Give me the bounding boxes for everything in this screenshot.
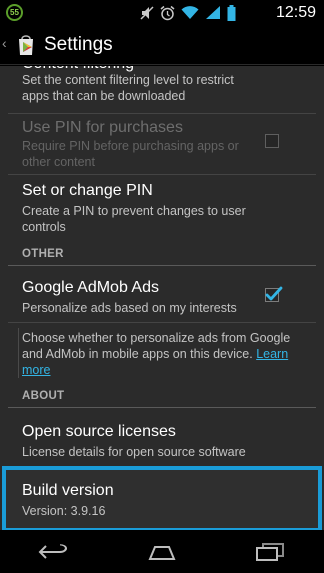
licenses-title: Open source licenses <box>22 423 176 440</box>
mute-icon <box>140 5 154 21</box>
wifi-icon <box>181 5 199 20</box>
section-header-about: ABOUT <box>22 390 65 402</box>
recent-apps-icon[interactable] <box>254 542 286 562</box>
status-icons <box>140 4 236 21</box>
licenses-summary: License details for open source software <box>22 445 246 459</box>
divider <box>8 174 316 175</box>
checkmark-icon <box>265 286 283 301</box>
status-bar: 55 12:59 <box>0 0 324 25</box>
up-navigation-button[interactable]: ‹ <box>0 25 42 65</box>
section-rule <box>8 407 316 408</box>
navigation-bar <box>0 530 324 573</box>
use-pin-summary: Require PIN before purchasing apps or ot… <box>22 139 239 169</box>
status-time: 12:59 <box>275 4 316 21</box>
chevron-left-icon: ‹ <box>2 35 7 51</box>
notification-badge-icon: 55 <box>6 4 23 21</box>
admob-summary: Personalize ads based on my interests <box>22 301 237 315</box>
build-version-item[interactable]: Build version Version: 3.9.16 <box>2 466 322 530</box>
build-version-summary: Version: 3.9.16 <box>22 504 106 518</box>
admob-checkbox[interactable] <box>265 286 283 302</box>
battery-icon <box>227 4 236 21</box>
home-icon[interactable] <box>145 543 179 561</box>
change-pin-title: Set or change PIN <box>22 182 153 199</box>
admob-help-text: Choose whether to personalize ads from G… <box>22 330 302 378</box>
content-filtering-summary: Set the content filtering level to restr… <box>22 73 234 103</box>
alarm-icon <box>160 5 175 21</box>
help-indent-line <box>18 328 19 378</box>
use-pin-checkbox <box>265 134 279 148</box>
page-title: Settings <box>44 34 113 55</box>
build-version-title: Build version <box>22 482 114 499</box>
divider <box>8 322 316 323</box>
play-store-icon <box>11 30 41 60</box>
change-pin-summary: Create a PIN to prevent changes to user … <box>22 204 246 234</box>
admob-title: Google AdMob Ads <box>22 279 159 296</box>
settings-list[interactable]: Content filtering Set the content filter… <box>0 66 324 530</box>
back-icon[interactable] <box>38 542 70 562</box>
action-bar: ‹ Settings <box>0 25 324 65</box>
divider <box>8 113 316 114</box>
use-pin-title: Use PIN for purchases <box>22 119 183 136</box>
signal-icon <box>205 5 221 20</box>
section-rule <box>8 265 316 266</box>
section-header-other: OTHER <box>22 248 64 260</box>
admob-help-body: Choose whether to personalize ads from G… <box>22 331 291 361</box>
